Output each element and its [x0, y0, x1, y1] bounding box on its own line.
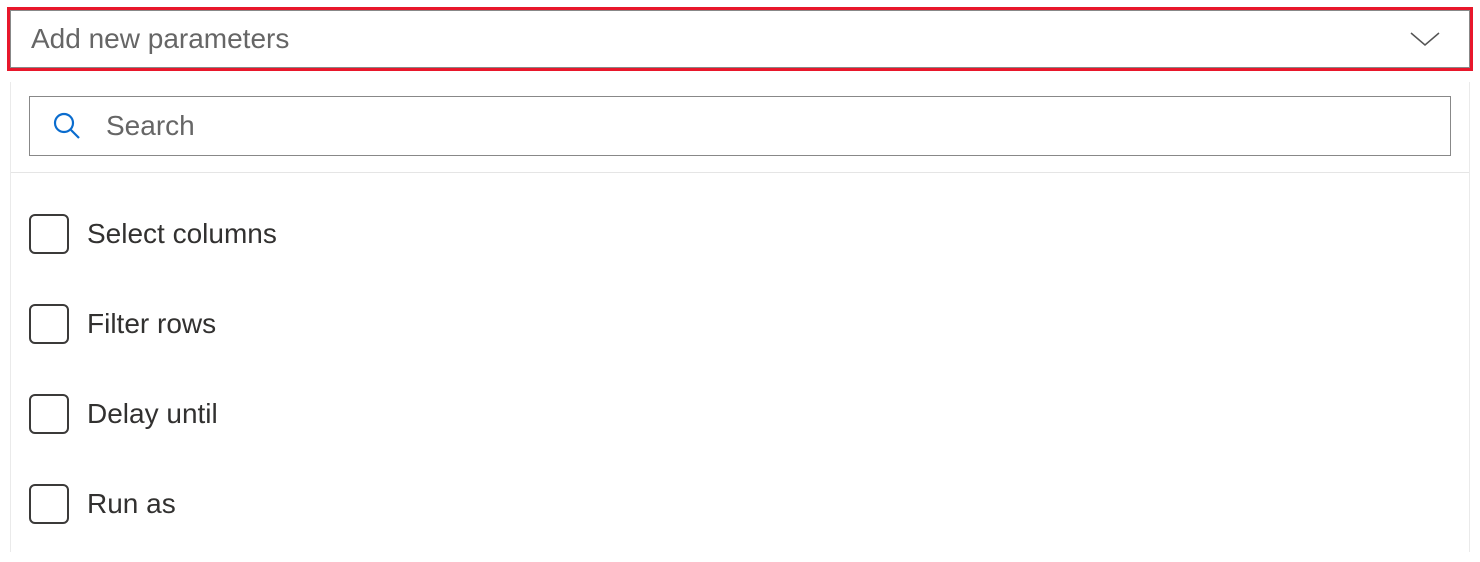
- search-wrap: [11, 82, 1469, 173]
- option-label: Run as: [87, 488, 176, 520]
- dropdown-placeholder: Add new parameters: [31, 23, 289, 55]
- checkbox[interactable]: [29, 214, 69, 254]
- search-input[interactable]: [106, 110, 1428, 142]
- checkbox[interactable]: [29, 304, 69, 344]
- chevron-down-icon: [1409, 30, 1441, 48]
- checkbox[interactable]: [29, 394, 69, 434]
- option-select-columns[interactable]: Select columns: [29, 189, 1451, 279]
- options-list: Select columns Filter rows Delay until R…: [11, 173, 1469, 549]
- parameters-panel: Select columns Filter rows Delay until R…: [10, 82, 1470, 552]
- option-delay-until[interactable]: Delay until: [29, 369, 1451, 459]
- checkbox[interactable]: [29, 484, 69, 524]
- add-new-parameters-dropdown[interactable]: Add new parameters: [10, 10, 1470, 68]
- search-icon: [52, 111, 82, 141]
- option-label: Delay until: [87, 398, 218, 430]
- option-label: Select columns: [87, 218, 277, 250]
- option-run-as[interactable]: Run as: [29, 459, 1451, 549]
- option-filter-rows[interactable]: Filter rows: [29, 279, 1451, 369]
- search-box[interactable]: [29, 96, 1451, 156]
- option-label: Filter rows: [87, 308, 216, 340]
